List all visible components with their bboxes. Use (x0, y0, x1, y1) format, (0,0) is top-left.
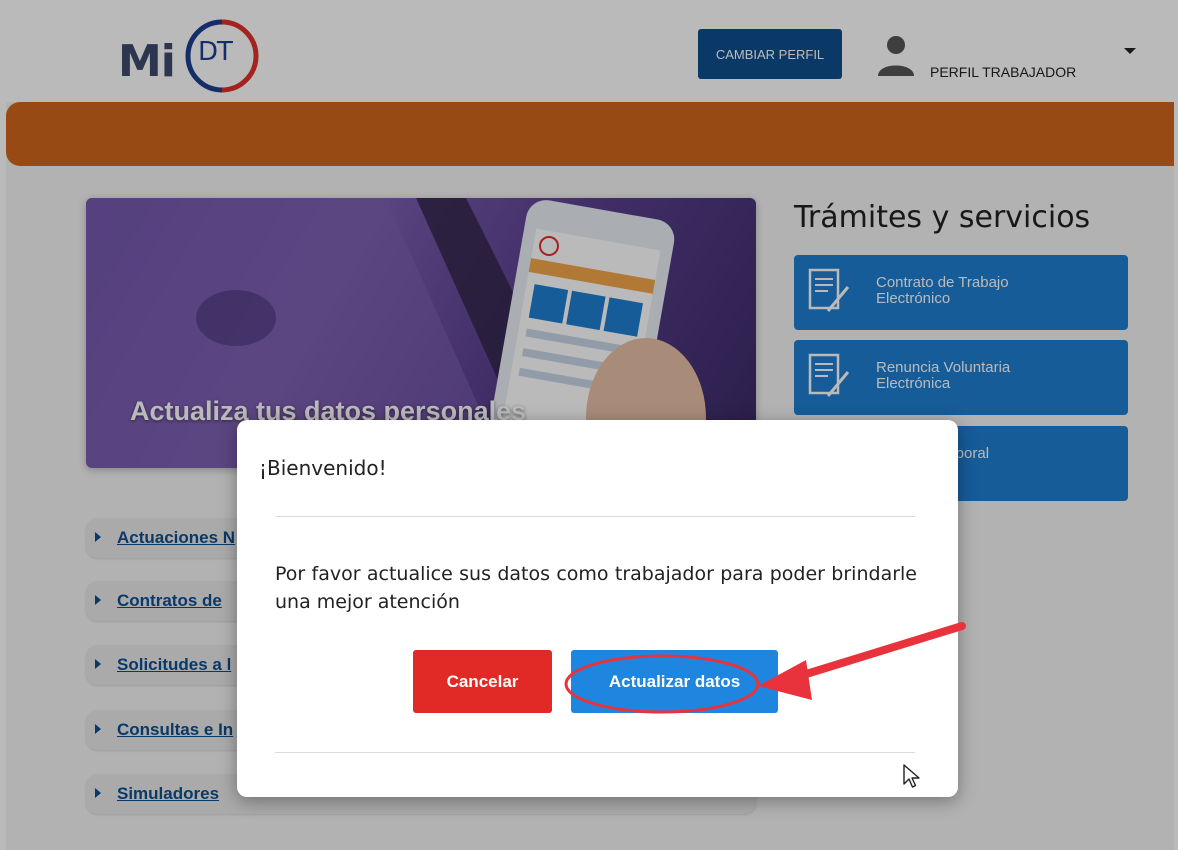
mouse-pointer-icon (903, 764, 920, 788)
update-data-button[interactable]: Actualizar datos (571, 650, 778, 713)
cancel-button[interactable]: Cancelar (413, 650, 552, 713)
modal-title: ¡Bienvenido! (259, 456, 387, 480)
modal-divider-top (275, 516, 915, 517)
welcome-modal: ¡Bienvenido! Por favor actualice sus dat… (237, 420, 958, 797)
modal-message: Por favor actualice sus datos como traba… (275, 563, 917, 613)
modal-divider-bottom (275, 752, 915, 753)
